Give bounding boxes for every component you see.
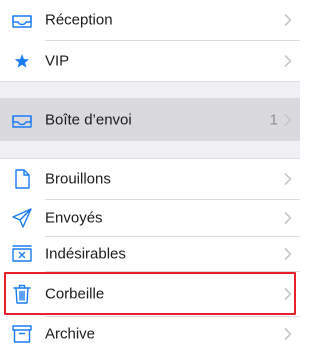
inbox-tray-icon <box>10 8 34 32</box>
mailbox-label: Envoyés <box>45 209 103 227</box>
document-icon <box>10 167 34 191</box>
mailbox-label: Boîte d’envoi <box>45 111 132 128</box>
row-divider <box>45 271 300 272</box>
mailbox-row-vip[interactable]: VIP <box>0 41 300 81</box>
paper-plane-icon <box>10 206 34 230</box>
group-spacer <box>0 82 300 98</box>
mailbox-row-outbox[interactable]: Boîte d’envoi 1 <box>0 99 300 140</box>
group-spacer <box>0 141 300 158</box>
inbox-tray-icon <box>10 108 34 132</box>
chevron-right-icon <box>284 113 292 126</box>
mailbox-row-junk[interactable]: Indésirables <box>0 237 300 271</box>
mailbox-row-inbox[interactable]: Réception <box>0 0 300 40</box>
mailbox-row-trash[interactable]: Corbeille <box>0 274 300 314</box>
unread-count: 1 <box>269 111 278 128</box>
mailbox-label: Archive <box>45 325 96 342</box>
chevron-right-icon <box>284 55 292 67</box>
mailbox-label: Réception <box>45 11 113 29</box>
mailbox-label: Corbeille <box>45 285 105 303</box>
mailbox-label: Brouillons <box>45 170 111 188</box>
chevron-right-icon <box>284 212 292 224</box>
mailbox-row-drafts[interactable]: Brouillons <box>0 159 300 199</box>
chevron-right-icon <box>284 14 292 26</box>
chevron-right-icon <box>284 288 292 300</box>
mailbox-label: VIP <box>45 52 70 70</box>
chevron-right-icon <box>284 173 292 185</box>
mailbox-label: Indésirables <box>45 245 126 263</box>
archive-box-icon <box>10 322 34 346</box>
mailbox-row-archive[interactable]: Archive <box>0 317 300 350</box>
chevron-right-icon <box>284 327 292 340</box>
mailbox-row-sent[interactable]: Envoyés <box>0 200 300 236</box>
star-icon <box>10 49 34 73</box>
chevron-right-icon <box>284 248 292 260</box>
trash-icon <box>10 282 34 306</box>
junk-box-icon <box>10 242 34 266</box>
mailbox-list: Réception VIP Boîte d’envoi 1 Brouillons… <box>0 0 300 350</box>
